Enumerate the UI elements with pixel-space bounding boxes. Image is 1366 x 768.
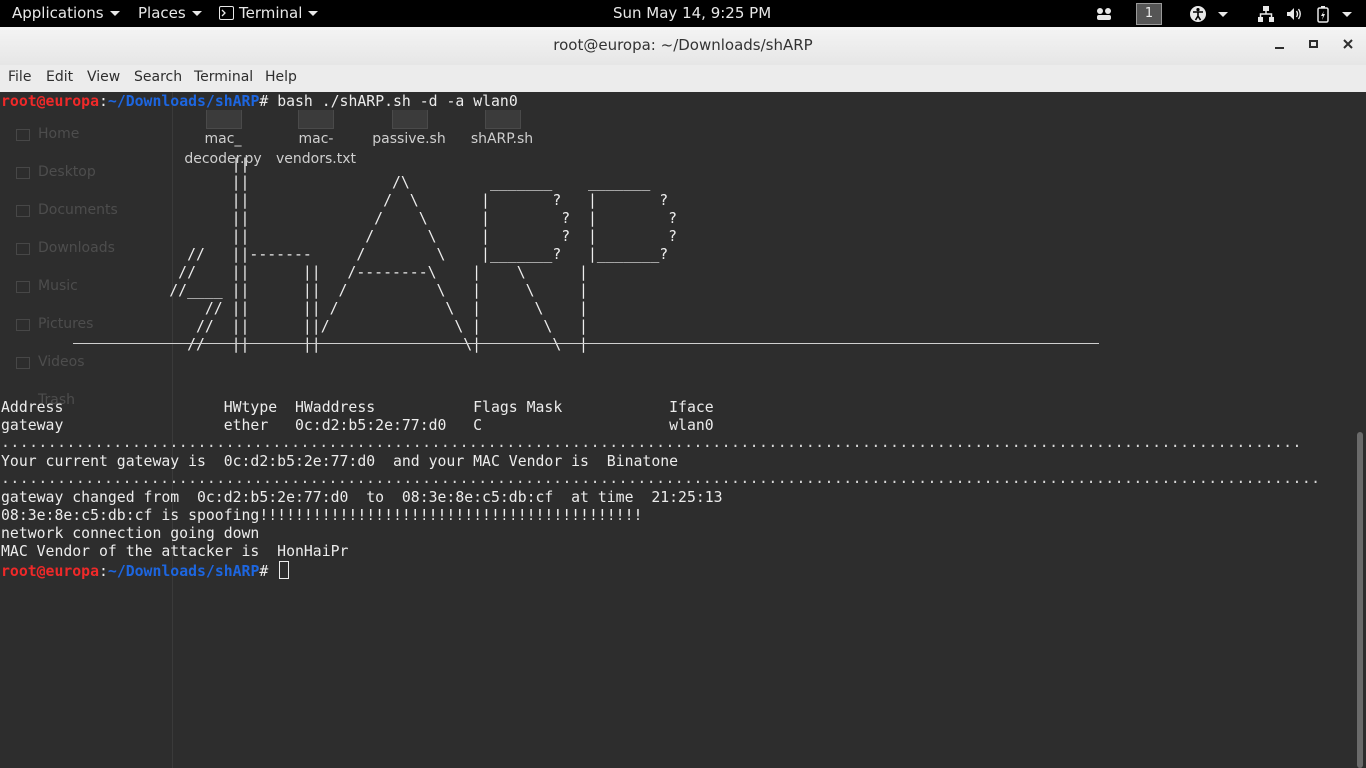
ghost-file-passive: passive.sh (372, 131, 446, 147)
close-button[interactable] (1337, 36, 1359, 56)
banner-underline (73, 343, 1099, 344)
ghost-file-sharp: shARP.sh (470, 131, 534, 147)
arp-table-row: gateway ether 0c:d2:b5:2e:77:d0 C wlan0 (1, 417, 714, 434)
terminal-scrollbar[interactable] (1354, 92, 1366, 768)
accessibility-icon[interactable] (1189, 5, 1207, 23)
maximize-icon (1309, 40, 1318, 48)
command-line: root@europa:~/Downloads/shARP# bash ./sh… (1, 93, 518, 111)
separator-dots: ........................................… (1, 434, 1302, 451)
minimize-icon (1275, 47, 1284, 49)
chevron-down-icon (191, 11, 202, 16)
gateway-changed-line: gateway changed from 0c:d2:b5:2e:77:d0 t… (1, 489, 723, 506)
terminal-app-label: Terminal (239, 4, 303, 22)
chevron-down-icon (109, 11, 120, 16)
maximize-button[interactable] (1303, 36, 1325, 56)
menu-file[interactable]: File (8, 69, 31, 85)
prompt-colon: : (99, 563, 108, 580)
window-titlebar[interactable]: root@europa: ~/Downloads/shARP (0, 27, 1366, 66)
menu-terminal[interactable]: Terminal (194, 69, 253, 85)
sharp-ascii-banner: || || /\ _______ _______ || / \ | ? | ? … (169, 156, 678, 353)
chevron-down-icon (308, 11, 319, 16)
prompt-colon: : (99, 93, 108, 110)
prompt-symbol: # (259, 563, 278, 580)
window-title: root@europa: ~/Downloads/shARP (553, 36, 813, 54)
attacker-vendor-line: MAC Vendor of the attacker is HonHaiPr (1, 543, 349, 560)
chevron-down-icon[interactable] (1218, 12, 1228, 17)
file-thumbnail (485, 110, 521, 129)
places-label: Places (138, 4, 186, 22)
applications-label: Applications (12, 4, 104, 22)
prompt-user: root@europa (1, 93, 99, 110)
applications-menu[interactable]: Applications (12, 4, 120, 24)
menu-search[interactable]: Search (134, 69, 182, 85)
terminal-icon (219, 6, 234, 20)
chevron-down-icon[interactable] (1342, 12, 1352, 17)
prompt-symbol: # (259, 93, 278, 110)
connection-down-line: network connection going down (1, 525, 260, 542)
menu-edit[interactable]: Edit (46, 69, 73, 85)
prompt-user: root@europa (1, 563, 99, 580)
volume-icon[interactable] (1285, 5, 1303, 23)
top-panel: Applications Places Terminal Sun May 14,… (0, 0, 1366, 27)
battery-icon[interactable] (1314, 5, 1332, 23)
clock[interactable]: Sun May 14, 9:25 PM (613, 4, 771, 24)
scrollbar-thumb[interactable] (1357, 432, 1363, 768)
close-icon (1343, 39, 1353, 49)
prompt-line[interactable]: root@europa:~/Downloads/shARP# (1, 561, 290, 581)
file-thumbnail (392, 110, 428, 129)
prompt-path: ~/Downloads/shARP (107, 563, 260, 580)
separator-dots: ........................................… (1, 470, 1321, 487)
video-icon (16, 357, 30, 369)
spoofing-alert-line: 08:3e:8e:c5:db:cf is spoofing!!!!!!!!!!!… (1, 507, 643, 524)
arp-table-header: Address HWtype HWaddress Flags Mask Ifac… (1, 399, 714, 416)
places-menu[interactable]: Places (138, 4, 202, 24)
terminal-view[interactable]: Home Desktop Documents Downloads Music P… (0, 92, 1354, 768)
prompt-path: ~/Downloads/shARP (107, 93, 260, 110)
command-text: bash ./shARP.sh -d -a wlan0 (277, 93, 518, 110)
menu-bar: File Edit View Search Terminal Help (0, 65, 1366, 93)
file-thumbnail (298, 110, 334, 129)
text-cursor (279, 561, 290, 579)
home-icon (16, 129, 30, 141)
multitask-icon[interactable] (1095, 5, 1113, 23)
ghost-sidebar-home: Home (38, 126, 80, 142)
terminal-app-menu[interactable]: Terminal (219, 4, 319, 24)
current-gateway-line: Your current gateway is 0c:d2:b5:2e:77:d… (1, 453, 679, 470)
menu-view[interactable]: View (87, 69, 120, 85)
workspace-indicator[interactable]: 1 (1136, 3, 1162, 25)
network-icon[interactable] (1257, 5, 1275, 23)
menu-help[interactable]: Help (265, 69, 297, 85)
minimize-button[interactable] (1269, 36, 1291, 56)
ghost-sidebar-videos: Videos (38, 354, 85, 370)
file-thumbnail (206, 110, 242, 129)
